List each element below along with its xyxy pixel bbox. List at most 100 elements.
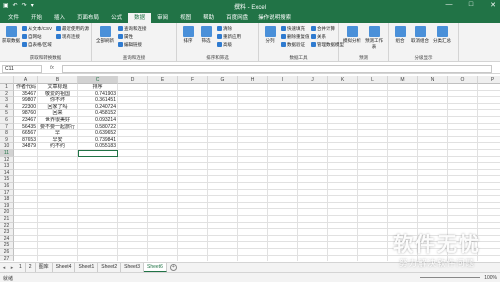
- cell[interactable]: [268, 202, 298, 210]
- cell[interactable]: [178, 150, 208, 157]
- recent-sources-button[interactable]: 最近使用的源: [56, 26, 89, 32]
- cell[interactable]: [418, 117, 448, 124]
- from-csv-button[interactable]: 从文本/CSV: [22, 26, 52, 32]
- tab-3[interactable]: 页面布局: [71, 13, 105, 23]
- cell[interactable]: [148, 235, 178, 243]
- cell[interactable]: [148, 222, 178, 230]
- cell[interactable]: [38, 156, 78, 164]
- cell[interactable]: [178, 97, 208, 104]
- group-button[interactable]: 组合: [391, 26, 409, 44]
- reapply-button[interactable]: 重新应用: [217, 34, 241, 40]
- cell[interactable]: [448, 169, 478, 177]
- cell[interactable]: [238, 189, 268, 197]
- cell[interactable]: [298, 176, 328, 183]
- cell[interactable]: [328, 163, 358, 170]
- cell[interactable]: [178, 216, 208, 223]
- row-header[interactable]: 10: [0, 143, 14, 150]
- cell[interactable]: [298, 202, 328, 210]
- tab-8[interactable]: 帮助: [197, 13, 220, 23]
- cell[interactable]: [418, 84, 448, 91]
- cell[interactable]: [208, 123, 238, 131]
- cell[interactable]: [118, 163, 148, 170]
- cell[interactable]: [478, 117, 500, 124]
- select-all-corner[interactable]: [0, 76, 14, 84]
- cell[interactable]: 早: [38, 130, 78, 137]
- column-header-G[interactable]: G: [208, 76, 238, 84]
- cell[interactable]: [478, 104, 500, 111]
- next-sheet-icon[interactable]: ▸: [8, 265, 16, 271]
- cell[interactable]: [328, 90, 358, 98]
- cell[interactable]: [148, 117, 178, 124]
- sheet-tab-3[interactable]: Sheet4: [53, 263, 76, 272]
- cell[interactable]: [448, 117, 478, 124]
- cell[interactable]: [268, 84, 298, 91]
- cell[interactable]: [298, 110, 328, 117]
- cell[interactable]: [358, 136, 388, 144]
- sheet-tab-2[interactable]: 图库: [36, 263, 53, 272]
- cell[interactable]: [208, 249, 238, 256]
- cell[interactable]: 0.093214: [78, 117, 118, 124]
- cell[interactable]: [448, 216, 478, 223]
- cell[interactable]: [178, 156, 208, 164]
- add-sheet-icon[interactable]: +: [169, 264, 177, 271]
- cell[interactable]: [78, 222, 118, 230]
- cell[interactable]: [388, 176, 418, 183]
- row-header[interactable]: 22: [0, 222, 14, 230]
- cell[interactable]: 0.580722: [78, 123, 118, 131]
- cell[interactable]: [478, 150, 500, 157]
- cell[interactable]: [38, 169, 78, 177]
- cell[interactable]: [238, 156, 268, 164]
- cell[interactable]: [238, 103, 268, 111]
- cell[interactable]: [148, 255, 178, 261]
- cell[interactable]: [388, 136, 418, 144]
- cell[interactable]: [298, 222, 328, 230]
- cell[interactable]: [148, 136, 178, 144]
- cell[interactable]: 文章标题: [38, 84, 78, 91]
- cell[interactable]: [388, 216, 418, 223]
- cell[interactable]: [118, 202, 148, 210]
- cell[interactable]: [178, 242, 208, 249]
- cell[interactable]: [14, 209, 38, 216]
- cell[interactable]: [178, 84, 208, 91]
- cell[interactable]: [118, 183, 148, 190]
- cell[interactable]: [148, 150, 178, 157]
- cell[interactable]: [328, 196, 358, 203]
- column-header-H[interactable]: H: [238, 76, 268, 84]
- cell[interactable]: [448, 163, 478, 170]
- cell[interactable]: [268, 189, 298, 197]
- cell[interactable]: [178, 130, 208, 137]
- cell[interactable]: [118, 169, 148, 177]
- cell[interactable]: [388, 123, 418, 131]
- row-header[interactable]: 17: [0, 189, 14, 197]
- cell[interactable]: [148, 242, 178, 249]
- row-header[interactable]: 18: [0, 196, 14, 203]
- cell[interactable]: [328, 103, 358, 111]
- cell[interactable]: [328, 235, 358, 243]
- row-header[interactable]: 19: [0, 202, 14, 210]
- cell[interactable]: [78, 176, 118, 183]
- cell[interactable]: 早安: [38, 136, 78, 144]
- name-box[interactable]: C11: [2, 65, 42, 73]
- row-header[interactable]: 11: [0, 150, 14, 157]
- cell[interactable]: [208, 202, 238, 210]
- cell[interactable]: [328, 117, 358, 124]
- cell[interactable]: [298, 90, 328, 98]
- cell[interactable]: [38, 163, 78, 170]
- cell[interactable]: 回来: [38, 110, 78, 117]
- cell[interactable]: [478, 216, 500, 223]
- cell[interactable]: [358, 176, 388, 183]
- cell[interactable]: [178, 222, 208, 230]
- cell[interactable]: [238, 84, 268, 91]
- cell[interactable]: [298, 103, 328, 111]
- cell[interactable]: [148, 90, 178, 98]
- cell[interactable]: [14, 229, 38, 236]
- cell[interactable]: [298, 117, 328, 124]
- filter-button[interactable]: 筛选: [197, 26, 215, 44]
- cell[interactable]: [118, 150, 148, 157]
- cell[interactable]: [268, 150, 298, 157]
- cell[interactable]: [418, 216, 448, 223]
- cell[interactable]: [328, 156, 358, 164]
- cell[interactable]: [238, 202, 268, 210]
- cell[interactable]: [358, 123, 388, 131]
- get-data-button[interactable]: 获取数据: [2, 26, 20, 44]
